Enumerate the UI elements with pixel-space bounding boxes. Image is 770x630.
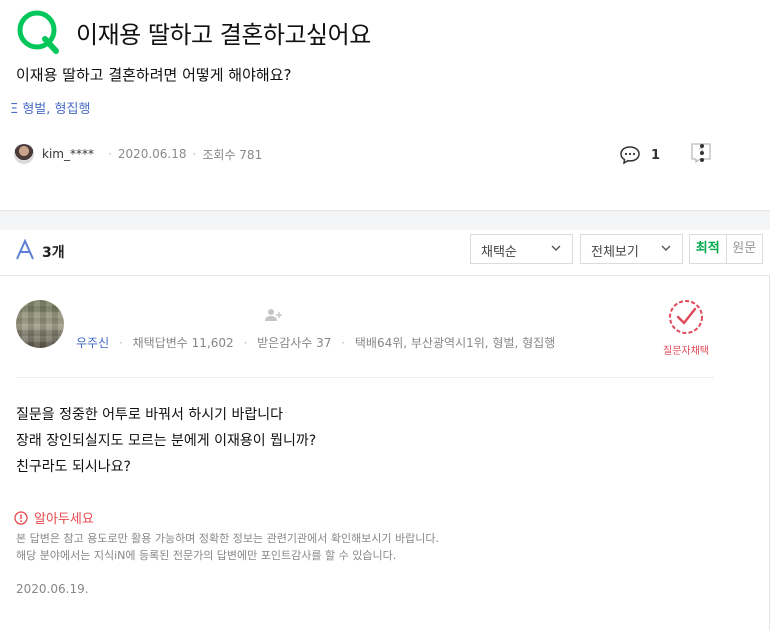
adoption-count: 채택답변수 11,602	[132, 336, 234, 350]
answer-text: 질문을 정중한 어투로 바꿔서 하시기 바랍니다 장래 장인되실지도 모르는 분…	[16, 402, 316, 480]
separator-dot: ·	[118, 336, 123, 350]
comment-count: 1	[650, 147, 660, 163]
answers-header: 3개 채택순 전체보기 최적 원문	[0, 230, 770, 276]
sort-select[interactable]: 채택순	[470, 234, 573, 264]
q-logo-icon	[17, 10, 59, 54]
thanks-count: 받은감사수 37	[257, 336, 332, 350]
answer-a-icon	[16, 239, 34, 260]
more-button[interactable]	[700, 144, 704, 165]
notice-title-text: 알아두세요	[34, 512, 94, 527]
sort-select-label: 채택순	[481, 245, 517, 260]
toggle-original[interactable]: 원문	[727, 235, 763, 263]
answer-line: 질문을 정중한 어투로 바꿔서 하시기 바랍니다	[16, 407, 283, 423]
author-name[interactable]: kim_****	[42, 147, 94, 161]
divider	[16, 377, 714, 378]
answerer-meta: 우주신 · 채택답변수 11,602 · 받은감사수 37 · 택배64위, 부…	[76, 334, 555, 351]
question-header: 이재용 딸하고 결혼하고싶어요	[14, 8, 371, 56]
chosen-label: 질문자채택	[663, 346, 709, 357]
chevron-down-icon	[661, 245, 671, 251]
separator-dot: ·	[341, 336, 346, 350]
question-date: 2020.06.18	[117, 147, 187, 161]
filter-select-label: 전체보기	[591, 245, 639, 260]
comment-icon	[620, 146, 640, 165]
answer-line: 친구라도 되시나요?	[16, 459, 131, 475]
comment-button[interactable]: 1	[619, 145, 660, 165]
view-count: 조회수 781	[202, 147, 263, 162]
notice-line: 해당 분야에서는 지식iN에 등록된 전문가의 답변에만 포인트감사를 할 수 …	[16, 549, 397, 562]
answer-card: 우주신 · 채택답변수 11,602 · 받은감사수 37 · 택배64위, 부…	[0, 276, 770, 630]
add-friend-icon[interactable]	[265, 308, 283, 322]
separator-dot: ·	[243, 336, 248, 350]
notice-body: 본 답변은 참고 용도로만 활용 가능하며 정확한 정보는 관련기관에서 확인해…	[16, 530, 439, 564]
chosen-badge: 질문자채택	[656, 298, 716, 357]
question-meta: kim_**** · 2020.06.18 · 조회수 781	[14, 144, 262, 164]
answerer-nickname[interactable]: 우주신	[76, 336, 109, 350]
answer-date: 2020.06.19.	[16, 582, 89, 596]
chevron-down-icon	[551, 245, 561, 251]
notice-title: 알아두세요	[14, 508, 94, 527]
alert-icon	[14, 510, 28, 525]
filter-select[interactable]: 전체보기	[580, 234, 683, 264]
question-tags[interactable]: Ξ 형벌, 형집행	[10, 98, 90, 117]
answerer-ranks: 택배64위, 부산광역시1위, 형벌, 형집행	[354, 336, 556, 350]
separator-dot: ·	[192, 147, 197, 161]
separator-dot: ·	[107, 147, 112, 161]
question-title: 이재용 딸하고 결혼하고싶어요	[76, 20, 371, 49]
question-actions: 1 ?	[619, 142, 712, 168]
answer-line: 장래 장인되실지도 모르는 분에게 이재용이 뭡니까?	[16, 433, 317, 449]
question-body: 이재용 딸하고 결혼하려면 어떻게 해야해요?	[16, 66, 292, 84]
notice-line: 본 답변은 참고 용도로만 활용 가능하며 정확한 정보는 관련기관에서 확인해…	[16, 532, 440, 545]
section-divider	[0, 210, 770, 230]
toggle-recent[interactable]: 최적	[690, 235, 727, 263]
avatar[interactable]	[14, 144, 34, 164]
answer-count: 3개	[42, 245, 65, 261]
chosen-check-icon	[669, 300, 703, 334]
avatar[interactable]	[16, 300, 64, 348]
view-toggle: 최적 원문	[689, 234, 763, 264]
more-icon	[700, 144, 704, 162]
